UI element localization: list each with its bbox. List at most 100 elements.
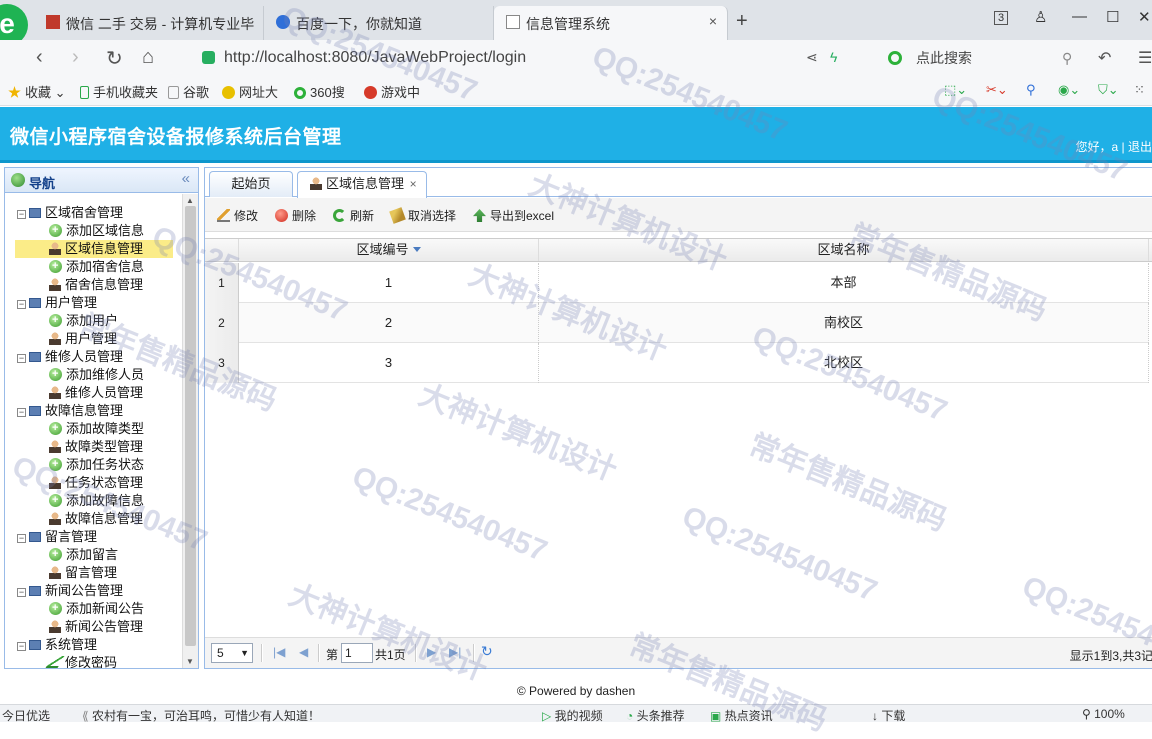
status-headline[interactable]: ◔ 头条推荐 (626, 707, 685, 724)
nav-item-10[interactable]: 维修人员管理 (49, 384, 143, 402)
collapse-expander-icon[interactable]: − (17, 354, 26, 363)
column-area-name[interactable]: 区域名称 (539, 239, 1149, 261)
browser-tab-wechat[interactable]: 微信 二手 交易 - 计算机专业毕 (34, 6, 264, 40)
close-window-button[interactable]: ✕ (1138, 8, 1151, 26)
browser-tab-active[interactable]: 信息管理系统 × (494, 6, 728, 40)
table-row[interactable]: 1 1 本部 (205, 263, 1149, 303)
back-icon[interactable]: ‹ (36, 46, 43, 69)
nav-item-17[interactable]: 故障信息管理 (49, 510, 143, 528)
new-tab-button[interactable]: + (736, 10, 748, 33)
menu-icon[interactable]: ☰ (1138, 48, 1152, 68)
forward-icon[interactable]: › (72, 46, 79, 69)
cancel-select-button[interactable]: 取消选择 (389, 207, 456, 224)
nav-group-24[interactable]: − 系统管理 (17, 636, 97, 654)
nav-item-14[interactable]: 添加任务状态 (49, 455, 144, 474)
nav-item-12[interactable]: 添加故障类型 (49, 419, 144, 438)
nav-group-8[interactable]: − 维修人员管理 (17, 348, 123, 366)
page-number-input[interactable]: 1 (341, 643, 373, 663)
nav-item-6[interactable]: 添加用户 (49, 311, 118, 330)
collapse-expander-icon[interactable]: − (17, 534, 26, 543)
scissors-icon[interactable]: ✂⌄ (986, 82, 1008, 98)
bookmark-google[interactable]: 谷歌 (168, 82, 209, 101)
extension-icon[interactable]: ⬚⌄ (944, 82, 967, 98)
delete-button[interactable]: 删除 (275, 207, 316, 224)
nav-group-0[interactable]: − 区域宿舍管理 (17, 204, 123, 222)
next-page-icon[interactable]: ▶ (427, 645, 436, 659)
nav-item-2[interactable]: 区域信息管理 (15, 240, 173, 258)
magnifier-icon[interactable]: ⚲ (1026, 82, 1036, 98)
search-input[interactable]: 点此搜索 ⚲ (880, 45, 1080, 71)
reload-icon[interactable]: ↻ (106, 46, 123, 71)
undo-icon[interactable]: ↶ (1098, 48, 1111, 68)
nav-item-3[interactable]: 添加宿舍信息 (49, 257, 144, 276)
shield-icon[interactable]: ⛉⌄ (1098, 82, 1119, 98)
prev-page-icon[interactable]: ◀ (299, 645, 308, 659)
status-news[interactable]: ⟪ 农村有一宝，可治耳鸣，可惜少有人知道！ (82, 707, 320, 724)
scroll-thumb[interactable] (185, 206, 196, 646)
collapse-icon[interactable]: « (182, 170, 190, 187)
status-today-picks[interactable]: 今日优选 (2, 707, 50, 724)
close-tab-icon[interactable]: × (709, 13, 717, 29)
edit-button[interactable]: 修改 (217, 207, 258, 224)
bookmark-games[interactable]: 游戏中 (364, 82, 420, 101)
nav-item-1[interactable]: 添加区域信息 (49, 221, 144, 240)
column-area-id[interactable]: 区域编号 (239, 239, 539, 261)
table-row[interactable]: 2 2 南校区 (205, 303, 1149, 343)
grid-icon[interactable]: ⁙ (1134, 82, 1145, 98)
search-icon[interactable]: ⚲ (1062, 45, 1072, 71)
nav-group-11[interactable]: − 故障信息管理 (17, 402, 123, 420)
nav-item-23[interactable]: 新闻公告管理 (49, 618, 143, 636)
url-input[interactable]: http://localhost:8080/JavaWebProject/log… (196, 45, 780, 71)
nav-item-9[interactable]: 添加维修人员 (49, 365, 144, 384)
nav-item-15[interactable]: 任务状态管理 (49, 474, 143, 492)
nav-item-16[interactable]: 添加故障信息 (49, 491, 144, 510)
home-icon[interactable]: ⌂ (142, 46, 154, 69)
nav-item-7[interactable]: 用户管理 (49, 330, 117, 348)
nav-group-5[interactable]: − 用户管理 (17, 294, 97, 312)
lightning-icon[interactable]: ϟ (830, 49, 837, 65)
status-download[interactable]: ↓ 下载 (872, 707, 905, 724)
browser-tab-baidu[interactable]: 百度一下，你就知道 (264, 6, 494, 40)
download-icon: ↓ (872, 709, 882, 723)
nav-item-19[interactable]: 添加留言 (49, 545, 118, 564)
tab-home[interactable]: 起始页 (209, 171, 293, 197)
status-video[interactable]: ▷ 我的视频 (542, 707, 603, 724)
nav-item-20[interactable]: 留言管理 (49, 564, 117, 582)
user-greeting-logout[interactable]: 您好，a | 退出 (1076, 138, 1152, 155)
nav-group-18[interactable]: − 留言管理 (17, 528, 97, 546)
collapse-expander-icon[interactable]: − (17, 408, 26, 417)
gamepad-icon[interactable]: ◉⌄ (1058, 82, 1080, 98)
export-excel-button[interactable]: 导出到excel (473, 207, 554, 224)
collapse-expander-icon[interactable]: − (17, 642, 26, 651)
bookmark-360[interactable]: 360搜 (294, 82, 345, 101)
share-icon[interactable]: ⋖ (806, 49, 818, 66)
nav-item-13[interactable]: 故障类型管理 (49, 438, 143, 456)
nav-scrollbar[interactable]: ▲ ▼ (182, 194, 198, 668)
tab-area-info[interactable]: 区域信息管理 × (297, 171, 427, 198)
nav-item-22[interactable]: 添加新闻公告 (49, 599, 144, 618)
tab-count-badge[interactable]: 3 (994, 11, 1009, 25)
shirt-icon[interactable]: ♙ (1034, 8, 1047, 26)
nav-group-21[interactable]: − 新闻公告管理 (17, 582, 123, 600)
first-page-icon[interactable]: |◀ (273, 645, 285, 659)
scroll-up-icon[interactable]: ▲ (186, 196, 194, 205)
nav-item-25[interactable]: 修改密码 (45, 654, 117, 668)
table-row[interactable]: 3 3 北校区 (205, 343, 1149, 383)
bookmark-favorites[interactable]: 收藏 ⌄ (8, 82, 66, 101)
collapse-expander-icon[interactable]: − (17, 210, 26, 219)
refresh-button[interactable]: 刷新 (333, 207, 374, 224)
bookmark-mobile[interactable]: 手机收藏夹 (80, 82, 158, 101)
minimize-button[interactable]: — (1072, 8, 1087, 25)
collapse-expander-icon[interactable]: − (17, 588, 26, 597)
bookmark-site-nav[interactable]: 网址大 (222, 82, 278, 101)
scroll-down-icon[interactable]: ▼ (186, 657, 194, 666)
status-zoom[interactable]: ⚲ 100% (1082, 707, 1125, 721)
page-size-select[interactable]: 5 ▼ (211, 643, 253, 663)
collapse-expander-icon[interactable]: − (17, 300, 26, 309)
status-hot[interactable]: ▣ 热点资讯 (710, 707, 773, 724)
close-tab-icon[interactable]: × (410, 177, 417, 191)
last-page-icon[interactable]: ▶| (449, 645, 461, 659)
reload-icon[interactable]: ↻ (481, 643, 493, 660)
nav-item-4[interactable]: 宿舍信息管理 (49, 276, 143, 294)
maximize-button[interactable]: ☐ (1106, 8, 1119, 26)
